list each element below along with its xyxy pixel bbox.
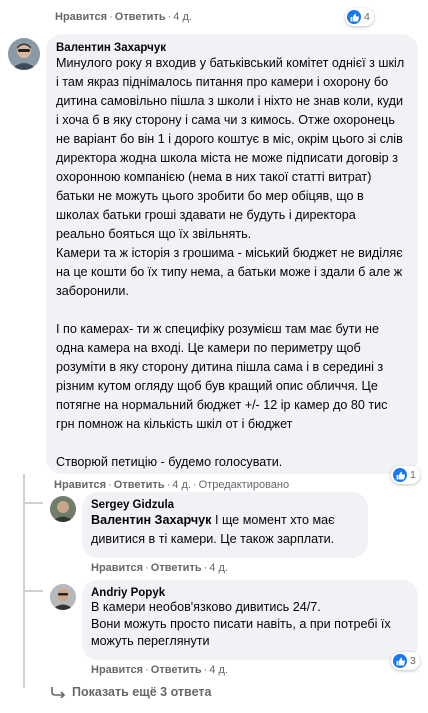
reply-line: В камери необов'язково дивитись 24/7. <box>91 600 321 614</box>
avatar[interactable] <box>50 496 76 522</box>
avatar[interactable] <box>8 38 40 70</box>
comment-paragraph: Камери та ж історія з грошима - міський … <box>56 246 403 298</box>
reply-arrow-icon <box>51 687 66 698</box>
avatar[interactable] <box>50 584 76 610</box>
reply-author[interactable]: Sergey Gidzula <box>91 499 358 511</box>
reply-author[interactable]: Andriy Popyk <box>91 587 408 599</box>
like-link[interactable]: Нравится <box>55 11 107 23</box>
thread-connector <box>23 502 43 504</box>
comment-bubble: Валентин Захарчук Минулого року я входив… <box>46 34 418 474</box>
comment-actions: Нравится · Ответить · 4 д. · Отредактировано <box>54 479 290 491</box>
reaction-number: 4 <box>364 11 370 23</box>
reaction-count[interactable]: 4 <box>345 8 374 26</box>
like-icon <box>393 654 407 668</box>
prev-comment-actions: Нравится · Ответить · 4 д. <box>55 11 192 23</box>
like-link[interactable]: Нравится <box>91 664 143 676</box>
reaction-number: 3 <box>410 655 416 667</box>
comment-paragraph: І по камерах- ти ж специфіку розумієш та… <box>56 322 388 431</box>
comment-text: Минулого року я входив у батьківський ко… <box>56 54 406 472</box>
reaction-count[interactable]: 1 <box>391 466 420 484</box>
timestamp[interactable]: 4 д. <box>173 11 192 23</box>
reaction-count[interactable]: 3 <box>391 652 420 670</box>
like-icon <box>393 468 407 482</box>
timestamp[interactable]: 4 д. <box>172 479 191 491</box>
reply-link[interactable]: Ответить <box>115 11 166 23</box>
like-link[interactable]: Нравится <box>54 479 106 491</box>
reply-bubble: Andriy Popyk В камери необов'язково диви… <box>82 580 418 660</box>
mention-link[interactable]: Валентин Захарчук <box>91 513 211 527</box>
reply-link[interactable]: Ответить <box>151 664 202 676</box>
comment-author[interactable]: Валентин Захарчук <box>56 42 406 54</box>
like-link[interactable]: Нравится <box>91 562 143 574</box>
thread-connector <box>23 590 43 592</box>
show-more-label: Показать ещё 3 ответа <box>72 685 212 699</box>
reply-link[interactable]: Ответить <box>114 479 165 491</box>
reply-bubble: Sergey Gidzula Валентин Захарчук І ще мо… <box>82 492 368 558</box>
avatar-photo-icon <box>8 38 40 70</box>
thread-line <box>23 474 25 688</box>
like-icon <box>347 10 361 24</box>
reply-text: В камери необов'язково дивитись 24/7. Во… <box>91 599 408 650</box>
reply-actions: Нравится · Ответить · 4 д. <box>91 664 228 676</box>
reply-link[interactable]: Ответить <box>151 562 202 574</box>
reply-text: Валентин Захарчук І ще момент хто має ди… <box>91 511 358 549</box>
comment-paragraph: Минулого року я входив у батьківський ко… <box>56 56 405 241</box>
comment-paragraph: Створюй петицію - будемо голосувати. <box>56 455 283 469</box>
timestamp[interactable]: 4 д. <box>209 562 228 574</box>
show-more-replies[interactable]: Показать ещё 3 ответа <box>50 685 211 699</box>
avatar-photo-icon <box>50 496 76 522</box>
reply-line: Вони можуть просто писати навіть, а при … <box>91 617 391 648</box>
reply-actions: Нравится · Ответить · 4 д. <box>91 562 228 574</box>
timestamp[interactable]: 4 д. <box>209 664 228 676</box>
reaction-number: 1 <box>410 469 416 481</box>
avatar-photo-icon <box>50 584 76 610</box>
edited-label: Отредактировано <box>198 479 290 491</box>
